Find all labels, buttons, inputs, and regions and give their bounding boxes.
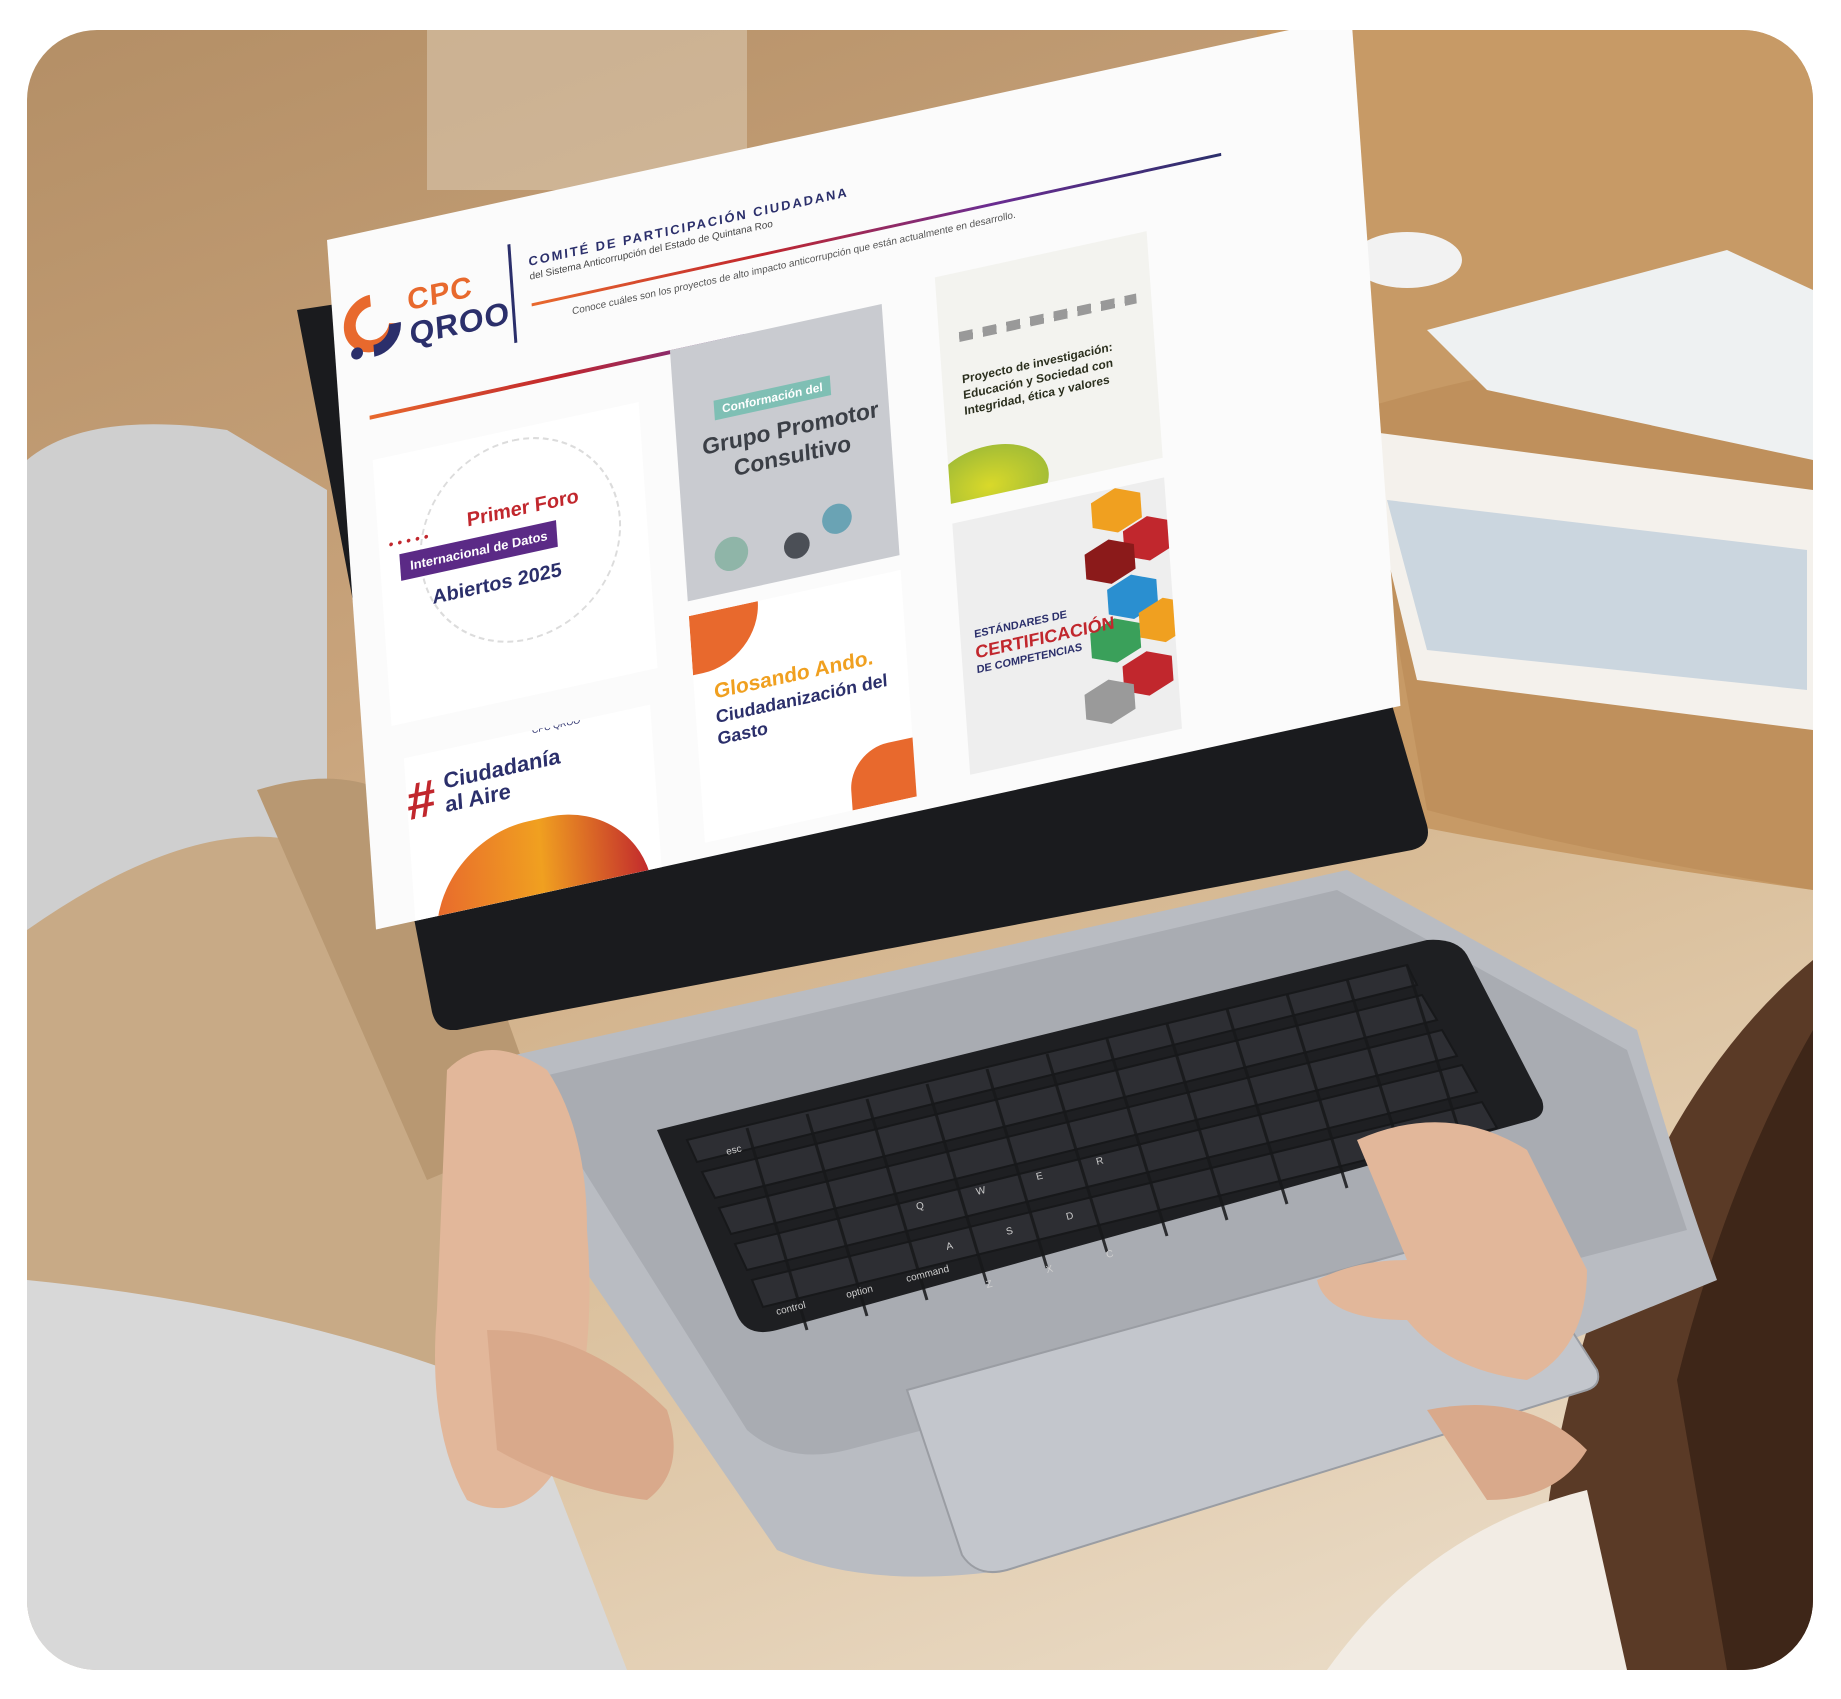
decorative-circle	[821, 500, 853, 537]
project-card-glosando-ando[interactable]: Glosando Ando. Ciudadanización del Gasto	[688, 569, 917, 843]
decorative-shape	[688, 601, 762, 676]
project-card-foro-datos-abiertos[interactable]: ••••• Primer Foro Internacional de Datos…	[372, 402, 658, 727]
decorative-circle	[783, 529, 811, 562]
decorative-shape	[848, 736, 917, 811]
hashtag-symbol: #	[405, 768, 438, 833]
photo-frame: esc Q W E R A S D Z X C control option c…	[27, 30, 1813, 1670]
card-title: Ciudadanía al Aire	[443, 743, 563, 817]
logo-mark-icon	[343, 294, 401, 360]
project-card-estandares-certificacion[interactable]: ESTÁNDARES DE CERTIFICACIÓN DE COMPETENC…	[952, 477, 1182, 775]
hexagon-pattern	[1084, 488, 1182, 724]
card-mini-logo: CPC QROO	[531, 714, 581, 736]
project-card-grupo-promotor[interactable]: Conformación del Grupo Promotor Consulti…	[669, 303, 900, 602]
partner-logos	[958, 293, 1137, 343]
cpc-qroo-logo[interactable]: CPC QROO	[341, 260, 514, 375]
decorative-gradient	[934, 433, 1052, 504]
decorative-circle	[713, 533, 750, 575]
card-title: Proyecto de investigación: Educación y S…	[961, 339, 1114, 418]
project-card-investigacion[interactable]: Proyecto de investigación: Educación y S…	[934, 231, 1163, 504]
